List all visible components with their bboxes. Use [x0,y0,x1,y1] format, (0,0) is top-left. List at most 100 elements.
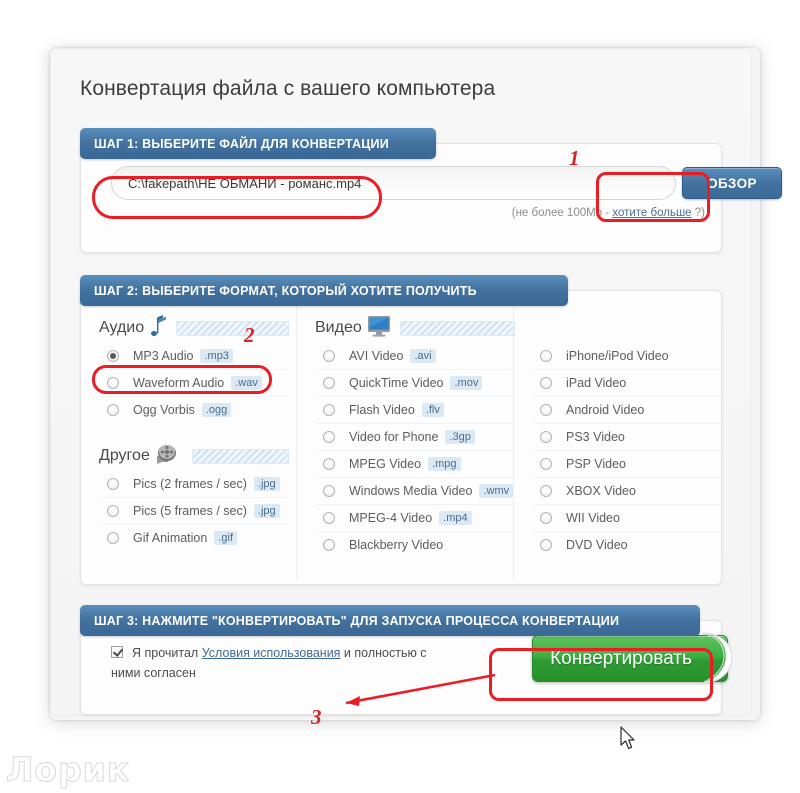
format-label: PSP Video [566,457,627,471]
radio-video-for-phone[interactable] [323,431,335,443]
annotation-number-2: 2 [244,323,255,347]
radio-dvd-video[interactable] [540,539,552,551]
format-label: MPEG Video [349,457,422,471]
format-label: Android Video [566,403,645,417]
monitor-icon [367,315,391,342]
format-label: QuickTime Video [349,376,444,390]
format-label: iPhone/iPod Video [566,349,669,363]
format-option-row[interactable]: Pics (2 frames / sec) .jpg [99,471,289,498]
format-column-video: Видео AVI Video .avi QuickTime Video .mo… [315,313,515,558]
group-title-audio: Аудио [99,313,289,343]
radio-pics-2fps[interactable] [107,478,119,490]
step-2-body: Аудио MP3 Audio .mp3 Waveform Audio .wav… [80,290,722,585]
page-title: Конвертация файла с вашего компьютера [80,77,496,100]
radio-pics-5fps[interactable] [107,505,119,517]
format-label: MPEG-4 Video [349,511,433,525]
format-ext: .flv [421,403,444,417]
format-option-row[interactable]: Windows Media Video .wmv [315,478,515,505]
step-3-header: ШАГ 3: НАЖМИТЕ "КОНВЕРТИРОВАТЬ" ДЛЯ ЗАПУ… [80,605,700,636]
agree-checkbox[interactable] [111,646,123,658]
format-option-row[interactable]: MPEG-4 Video .mp4 [315,505,515,532]
agree-prefix: Я прочитал [132,646,202,660]
format-label: PS3 Video [566,430,625,444]
format-label: Blackberry Video [349,538,444,552]
format-ext: .mov [450,376,483,390]
format-label: Flash Video [349,403,415,417]
format-option-row[interactable]: PS3 Video [532,424,722,451]
radio-ogg-vorbis[interactable] [107,404,119,416]
radio-quicktime-video[interactable] [323,377,335,389]
format-label: Video for Phone [349,430,439,444]
film-reel-icon [153,442,183,471]
format-label: XBOX Video [566,484,636,498]
annotation-number-1: 1 [569,146,580,170]
format-ext: .jpg [253,477,280,491]
format-option-row[interactable]: iPhone/iPod Video [532,343,722,370]
radio-blackberry-video[interactable] [323,539,335,551]
step-2-header: ШАГ 2: ВЫБЕРИТЕ ФОРМАТ, КОТОРЫЙ ХОТИТЕ П… [80,275,568,306]
step-1-header: ШАГ 1: ВЫБЕРИТЕ ФАЙЛ ДЛЯ КОНВЕРТАЦИИ [80,128,436,159]
screenshot-root: Конвертация файла с вашего компьютера C:… [0,0,800,793]
format-label: iPad Video [566,376,627,390]
annotation-box-file-input [92,176,382,219]
format-option-row[interactable]: Gif Animation .gif [99,525,289,551]
video-options-list: AVI Video .avi QuickTime Video .mov Flash … [315,343,515,558]
format-label: AVI Video [349,349,404,363]
radio-avi-video[interactable] [323,350,335,362]
radio-ps3-video[interactable] [540,431,552,443]
format-label: MP3 Audio [133,349,194,363]
format-label: Gif Animation [133,531,208,545]
column-divider-1 [296,297,297,580]
group-title-video: Видео [315,313,515,343]
group-label-audio: Аудио [99,319,145,336]
radio-android-video[interactable] [540,404,552,416]
format-option-row[interactable]: Android Video [532,397,722,424]
format-column-audio-other: Аудио MP3 Audio .mp3 Waveform Audio .wav… [99,313,289,551]
format-column-devices: iPhone/iPod Video iPad Video Android Vid… [532,343,722,558]
radio-xbox-video[interactable] [540,485,552,497]
format-ext: .wmv [479,484,514,498]
format-ext: .avi [410,349,436,363]
format-ext: .mp3 [200,349,233,363]
format-label: WII Video [566,511,620,525]
group-label-video: Видео [315,319,362,336]
format-label: Pics (5 frames / sec) [133,504,247,518]
radio-mpeg-video[interactable] [323,458,335,470]
format-option-row[interactable]: QuickTime Video .mov [315,370,515,397]
format-option-row[interactable]: Video for Phone .3gp [315,424,515,451]
format-option-row[interactable]: iPad Video [532,370,722,397]
format-option-row[interactable]: DVD Video [532,532,722,558]
radio-ipad-video[interactable] [540,377,552,389]
format-ext: .ogg [201,403,232,417]
group-label-other: Другое [99,447,150,464]
format-label: DVD Video [566,538,628,552]
radio-mpeg4-video[interactable] [323,512,335,524]
terms-link[interactable]: Условия использования [202,646,341,660]
radio-flash-video[interactable] [323,404,335,416]
format-option-row[interactable]: MPEG Video .mpg [315,451,515,478]
decorative-hatch-video [399,320,515,336]
format-option-row[interactable]: Pics (5 frames / sec) .jpg [99,498,289,525]
device-options-list: iPhone/iPod Video iPad Video Android Vid… [532,343,722,558]
annotation-box-mp3 [92,365,272,394]
format-ext: .mpg [428,457,461,471]
format-ext: .3gp [445,430,475,444]
format-option-row[interactable]: WII Video [532,505,722,532]
format-ext: .gif [214,531,238,545]
format-option-row[interactable]: Blackberry Video [315,532,515,558]
format-option-row[interactable]: Flash Video .flv [315,397,515,424]
radio-psp-video[interactable] [540,458,552,470]
format-option-row[interactable]: XBOX Video [532,478,722,505]
format-option-row[interactable]: AVI Video .avi [315,343,515,370]
radio-wii-video[interactable] [540,512,552,524]
radio-iphone-ipod-video[interactable] [540,350,552,362]
format-ext: .mp4 [439,511,472,525]
radio-gif-animation[interactable] [107,532,119,544]
annotation-arrow-to-convert [345,673,496,706]
format-option-row[interactable]: Ogg Vorbis .ogg [99,397,289,423]
format-option-row[interactable]: PSP Video [532,451,722,478]
decorative-hatch-audio [176,320,289,336]
radio-wmv-video[interactable] [323,485,335,497]
radio-mp3-audio[interactable] [107,350,119,362]
format-ext: .jpg [253,504,280,518]
